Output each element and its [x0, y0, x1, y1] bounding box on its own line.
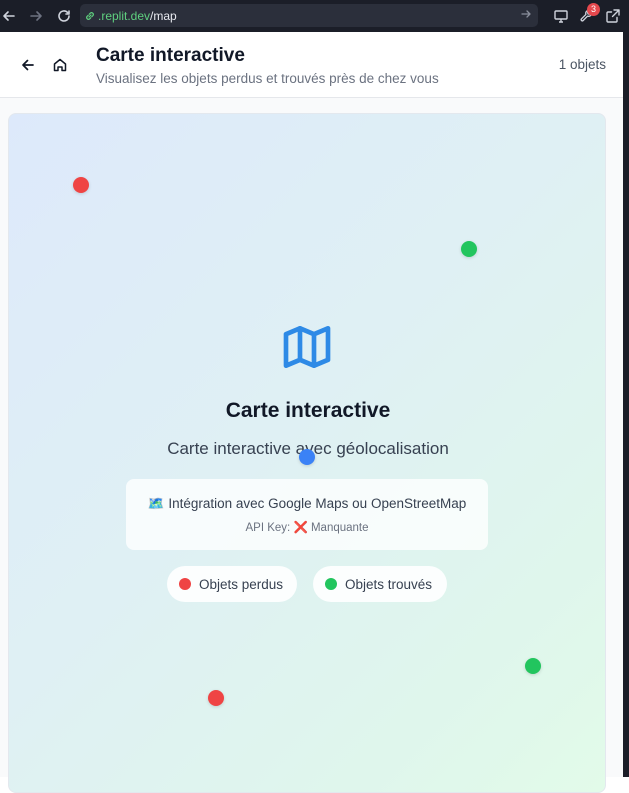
back-button[interactable]: [16, 53, 40, 77]
url-path: /map: [150, 8, 177, 23]
page-title: Carte interactive: [96, 45, 245, 66]
integration-info-box: 🗺️ Intégration avec Google Maps ou OpenS…: [126, 479, 488, 550]
home-icon: [52, 57, 68, 73]
lost-item-pin[interactable]: [73, 177, 89, 193]
map-emoji-icon: 🗺️: [147, 496, 165, 511]
browser-forward-icon[interactable]: [25, 5, 47, 27]
legend-found-items[interactable]: Objets trouvés: [313, 566, 447, 602]
integration-line: 🗺️ Intégration avec Google Maps ou OpenS…: [126, 496, 488, 512]
legend-label-found: Objets trouvés: [345, 576, 433, 592]
found-item-pin[interactable]: [525, 658, 541, 674]
go-arrow-icon[interactable]: [520, 8, 532, 23]
legend-lost-items[interactable]: Objets perdus: [167, 566, 297, 602]
legend-label-lost: Objets perdus: [199, 576, 284, 592]
green-dot-icon: [325, 578, 337, 590]
browser-back-icon[interactable]: [0, 5, 20, 27]
map-icon: [279, 319, 335, 375]
page-subtitle: Visualisez les objets perdus et trouvés …: [96, 71, 439, 86]
integration-text: Intégration avec Google Maps ou OpenStre…: [168, 496, 467, 511]
api-key-status: Manquante: [310, 522, 369, 534]
app-header: Carte interactive Visualisez les objets …: [0, 32, 623, 98]
browser-toolbar: .replit.dev/map 3: [0, 0, 629, 32]
url-bar[interactable]: .replit.dev/map: [80, 4, 538, 27]
browser-reload-icon[interactable]: [53, 5, 75, 27]
open-external-icon[interactable]: [603, 6, 623, 26]
api-key-label: API Key:: [245, 522, 291, 534]
object-count: 1 objets: [558, 57, 606, 72]
map-card[interactable]: Carte interactive Carte interactive avec…: [8, 113, 606, 793]
cross-mark-icon: ❌: [293, 522, 308, 534]
url-domain: .replit.dev: [98, 8, 151, 23]
user-location-pin[interactable]: [299, 449, 315, 465]
home-button[interactable]: [48, 53, 72, 77]
devices-icon[interactable]: [551, 6, 571, 26]
link-icon: [84, 10, 96, 22]
lost-item-pin[interactable]: [208, 690, 224, 706]
window-edge: [623, 32, 629, 777]
arrow-left-icon: [20, 57, 36, 73]
map-placeholder-title: Carte interactive: [225, 399, 391, 422]
found-item-pin[interactable]: [461, 241, 477, 257]
map-container: Carte interactive Carte interactive avec…: [0, 98, 623, 793]
red-dot-icon: [179, 578, 191, 590]
wrench-icon[interactable]: 3: [577, 3, 600, 26]
api-key-line: API Key: ❌ Manquante: [126, 520, 488, 534]
notification-badge: 3: [587, 3, 600, 16]
